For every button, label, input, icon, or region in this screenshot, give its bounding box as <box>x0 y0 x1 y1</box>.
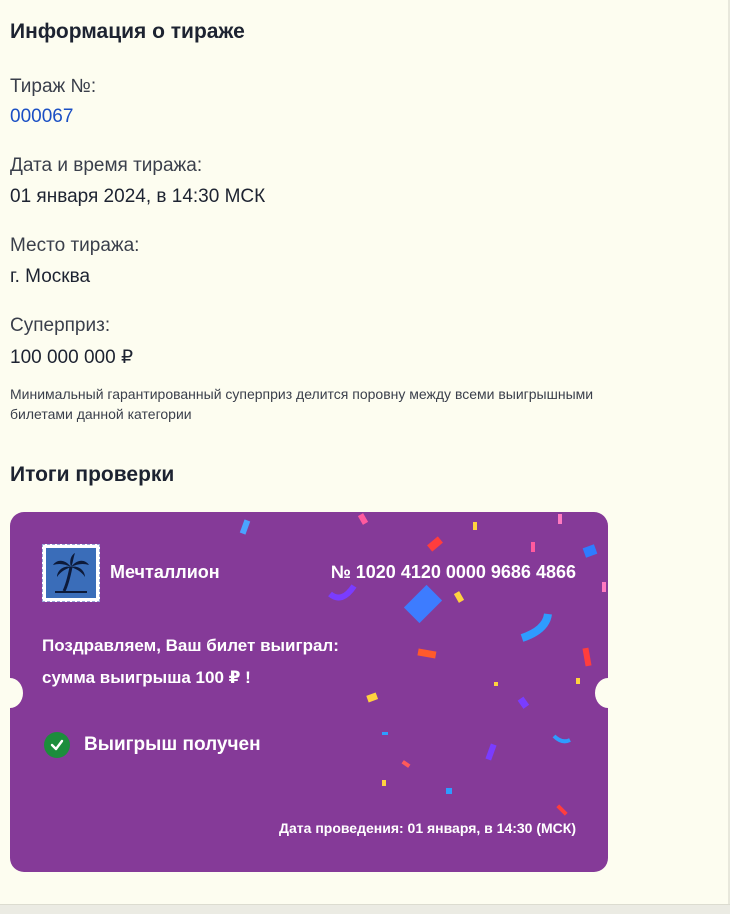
superprize-value: 100 000 000 ₽ <box>10 347 134 368</box>
win-amount: сумма выигрыша 100 ₽ ! <box>42 668 251 687</box>
page-bottom-bar <box>0 904 730 914</box>
lottery-logo <box>42 544 100 602</box>
check-circle-icon <box>44 732 70 758</box>
check-results-title: Итоги проверки <box>10 463 175 486</box>
win-message: Поздравляем, Ваш билет выиграл: сумма вы… <box>42 630 339 694</box>
place-value: г. Москва <box>10 266 91 287</box>
draw-number-label: Тираж №: <box>10 76 97 97</box>
draw-date-line: Дата проведения: 01 января, в 14:30 (МСК… <box>279 820 576 836</box>
lottery-brand-name: Мечталлион <box>110 562 220 582</box>
ticket-number: № 1020 4120 0000 9686 4866 <box>330 562 576 582</box>
superprize-label: Суперприз: <box>10 315 111 336</box>
datetime-value: 01 января 2024, в 14:30 МСК <box>10 186 266 207</box>
prize-status-text: Выигрыш получен <box>84 734 261 755</box>
prize-status: Выигрыш получен <box>44 732 261 758</box>
draw-info-title: Информация о тираже <box>10 20 245 43</box>
datetime-label: Дата и время тиража: <box>10 155 203 176</box>
place-label: Место тиража: <box>10 235 140 256</box>
superprize-note: Минимальный гарантированный суперприз де… <box>10 386 594 422</box>
palm-tree-icon <box>53 553 89 593</box>
winning-ticket-card: Мечталлион № 1020 4120 0000 9686 4866 По… <box>10 512 608 872</box>
draw-number-value[interactable]: 000067 <box>10 106 73 128</box>
win-message-line1: Поздравляем, Ваш билет выиграл: <box>42 636 339 655</box>
